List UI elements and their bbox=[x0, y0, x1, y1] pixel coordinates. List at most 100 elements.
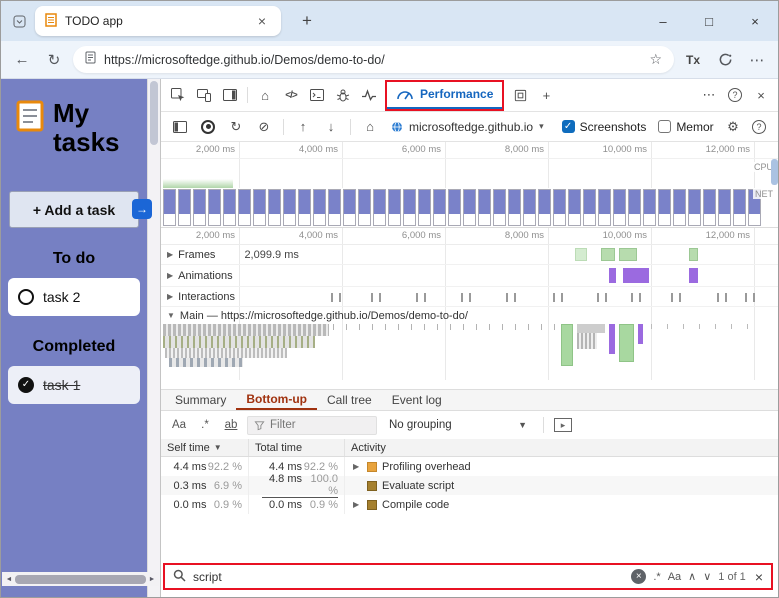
tab-debugger-icon[interactable] bbox=[330, 83, 356, 107]
devtools-help-icon[interactable]: ? bbox=[722, 83, 748, 107]
minimize-button[interactable]: – bbox=[640, 1, 686, 41]
screenshot-thumbnail[interactable] bbox=[673, 189, 686, 226]
grouping-dropdown[interactable]: No grouping ▼ bbox=[383, 419, 533, 431]
checkbox-checked-icon[interactable]: ✓ bbox=[561, 120, 575, 133]
screenshot-thumbnail[interactable] bbox=[298, 189, 311, 226]
main-flame-chart[interactable] bbox=[161, 324, 778, 380]
next-result-icon[interactable]: ∨ bbox=[703, 570, 711, 583]
inspect-element-icon[interactable] bbox=[165, 83, 191, 107]
site-info-icon[interactable] bbox=[85, 51, 96, 69]
new-tab-button[interactable]: + bbox=[295, 11, 319, 31]
search-query[interactable]: script bbox=[193, 570, 222, 584]
animations-track[interactable]: ▶ Animations bbox=[161, 265, 778, 287]
add-task-button[interactable]: + Add a task bbox=[9, 191, 139, 229]
screenshot-thumbnail[interactable] bbox=[403, 189, 416, 226]
more-tools-add-icon[interactable]: + bbox=[533, 83, 559, 107]
previous-result-icon[interactable]: ∧ bbox=[688, 570, 696, 583]
screenshot-thumbnail[interactable] bbox=[463, 189, 476, 226]
screenshot-thumbnail[interactable] bbox=[493, 189, 506, 226]
close-devtools-icon[interactable]: × bbox=[748, 83, 774, 107]
screenshot-thumbnail[interactable] bbox=[253, 189, 266, 226]
screenshot-thumbnail[interactable] bbox=[718, 189, 731, 226]
screenshot-filmstrip[interactable] bbox=[163, 189, 774, 227]
screenshot-thumbnail[interactable] bbox=[613, 189, 626, 226]
match-case-icon[interactable]: Aa bbox=[169, 415, 189, 435]
visit-origin-icon[interactable]: ⌂ bbox=[357, 115, 383, 139]
close-search-icon[interactable]: × bbox=[755, 569, 763, 585]
device-emulation-icon[interactable] bbox=[191, 83, 217, 107]
page-vertical-scrollbar[interactable] bbox=[147, 79, 160, 597]
table-row[interactable]: 0.0 ms 0.9 % 0.0 ms 0.9 % ▶ Compile code bbox=[161, 495, 778, 514]
screenshot-thumbnail[interactable] bbox=[598, 189, 611, 226]
refresh-button[interactable]: ↻ bbox=[41, 47, 67, 73]
tab-performance[interactable]: Performance bbox=[387, 82, 503, 109]
screenshot-thumbnail[interactable] bbox=[373, 189, 386, 226]
screenshot-thumbnail[interactable] bbox=[268, 189, 281, 226]
filter-input[interactable]: Filter bbox=[247, 415, 377, 435]
memory-checkbox[interactable]: Memor bbox=[658, 120, 714, 134]
screenshot-thumbnail[interactable] bbox=[508, 189, 521, 226]
favorite-star-icon[interactable]: ☆ bbox=[649, 51, 662, 68]
scroll-left-icon[interactable]: ◄ bbox=[4, 576, 14, 583]
copilot-icon[interactable] bbox=[712, 47, 738, 73]
screenshot-thumbnail[interactable] bbox=[733, 189, 746, 226]
search-match-case-icon[interactable]: Aa bbox=[668, 571, 681, 583]
screenshot-thumbnail[interactable] bbox=[448, 189, 461, 226]
translate-icon[interactable]: Tx bbox=[680, 47, 706, 73]
tab-summary[interactable]: Summary bbox=[165, 390, 236, 410]
timeline-overview[interactable]: 2,000 ms 4,000 ms 6,000 ms 8,000 ms 10,000 m… bbox=[161, 142, 778, 228]
column-self-time[interactable]: Self time ▼ bbox=[161, 439, 249, 456]
tab-event-log[interactable]: Event log bbox=[382, 390, 452, 410]
screenshot-thumbnail[interactable] bbox=[703, 189, 716, 226]
screenshot-thumbnail[interactable] bbox=[193, 189, 206, 226]
checkbox-unchecked-icon[interactable] bbox=[658, 120, 672, 133]
tab-network-icon[interactable] bbox=[356, 83, 382, 107]
screenshot-thumbnail[interactable] bbox=[358, 189, 371, 226]
screenshot-thumbnail[interactable] bbox=[433, 189, 446, 226]
record-and-reload-button[interactable]: ↻ bbox=[223, 115, 249, 139]
tab-call-tree[interactable]: Call tree bbox=[317, 390, 382, 410]
whole-word-icon[interactable]: ab bbox=[221, 415, 241, 435]
column-activity[interactable]: Activity bbox=[345, 439, 778, 456]
browser-tab[interactable]: TODO app × bbox=[35, 6, 281, 36]
tab-bottom-up[interactable]: Bottom-up bbox=[236, 390, 317, 410]
tab-console-icon[interactable] bbox=[304, 83, 330, 107]
screenshot-thumbnail[interactable] bbox=[568, 189, 581, 226]
expand-icon[interactable]: ▶ bbox=[167, 271, 173, 280]
toggle-sidebar-icon[interactable] bbox=[167, 115, 193, 139]
origin-dropdown[interactable]: microsoftedge.github.io ▾ bbox=[385, 116, 550, 138]
screenshot-thumbnail[interactable] bbox=[343, 189, 356, 226]
screenshot-thumbnail[interactable] bbox=[643, 189, 656, 226]
screenshot-thumbnail[interactable] bbox=[538, 189, 551, 226]
customize-devtools-icon[interactable]: ⋯ bbox=[696, 83, 722, 107]
tab-close-icon[interactable]: × bbox=[253, 12, 271, 30]
maximize-button[interactable]: □ bbox=[686, 1, 732, 41]
table-row[interactable]: 4.4 ms 92.2 % 4.4 ms 92.2 % ▶ Profiling ov… bbox=[161, 457, 778, 476]
url-field[interactable]: https://microsoftedge.github.io/Demos/de… bbox=[73, 46, 674, 73]
search-bar[interactable]: script × .* Aa ∧ ∨ 1 of 1 × bbox=[163, 563, 773, 590]
frames-track[interactable]: ▶ Frames 2,099.9 ms bbox=[161, 245, 778, 265]
screenshot-thumbnail[interactable] bbox=[688, 189, 701, 226]
page-horizontal-scrollbar[interactable]: ◄ ► bbox=[2, 572, 159, 586]
expand-icon[interactable]: ▶ bbox=[353, 500, 362, 509]
scrollbar-thumb[interactable] bbox=[15, 574, 146, 584]
screenshot-thumbnail[interactable] bbox=[388, 189, 401, 226]
dock-side-icon[interactable] bbox=[217, 83, 243, 107]
screenshot-thumbnail[interactable] bbox=[583, 189, 596, 226]
screenshot-thumbnail[interactable] bbox=[328, 189, 341, 226]
expand-icon[interactable]: ▶ bbox=[353, 462, 362, 471]
table-row[interactable]: 0.3 ms 6.9 % 4.8 ms 100.0 % Evaluate scrip… bbox=[161, 473, 778, 498]
scrollbar-thumb[interactable] bbox=[150, 81, 158, 145]
screenshot-thumbnail[interactable] bbox=[283, 189, 296, 226]
screenshot-thumbnail[interactable] bbox=[238, 189, 251, 226]
task-checkbox[interactable] bbox=[18, 289, 34, 306]
heaviest-stack-icon[interactable]: ▸ bbox=[554, 418, 572, 432]
screenshot-thumbnail[interactable] bbox=[553, 189, 566, 226]
screenshot-thumbnail[interactable] bbox=[313, 189, 326, 226]
screenshot-thumbnail[interactable] bbox=[478, 189, 491, 226]
screenshot-thumbnail[interactable] bbox=[223, 189, 236, 226]
settings-more-icon[interactable]: ⋯ bbox=[744, 47, 770, 73]
overview-scrollbar-thumb[interactable] bbox=[771, 159, 778, 185]
focus-arrow-badge[interactable]: → bbox=[132, 199, 152, 220]
screenshot-thumbnail[interactable] bbox=[418, 189, 431, 226]
